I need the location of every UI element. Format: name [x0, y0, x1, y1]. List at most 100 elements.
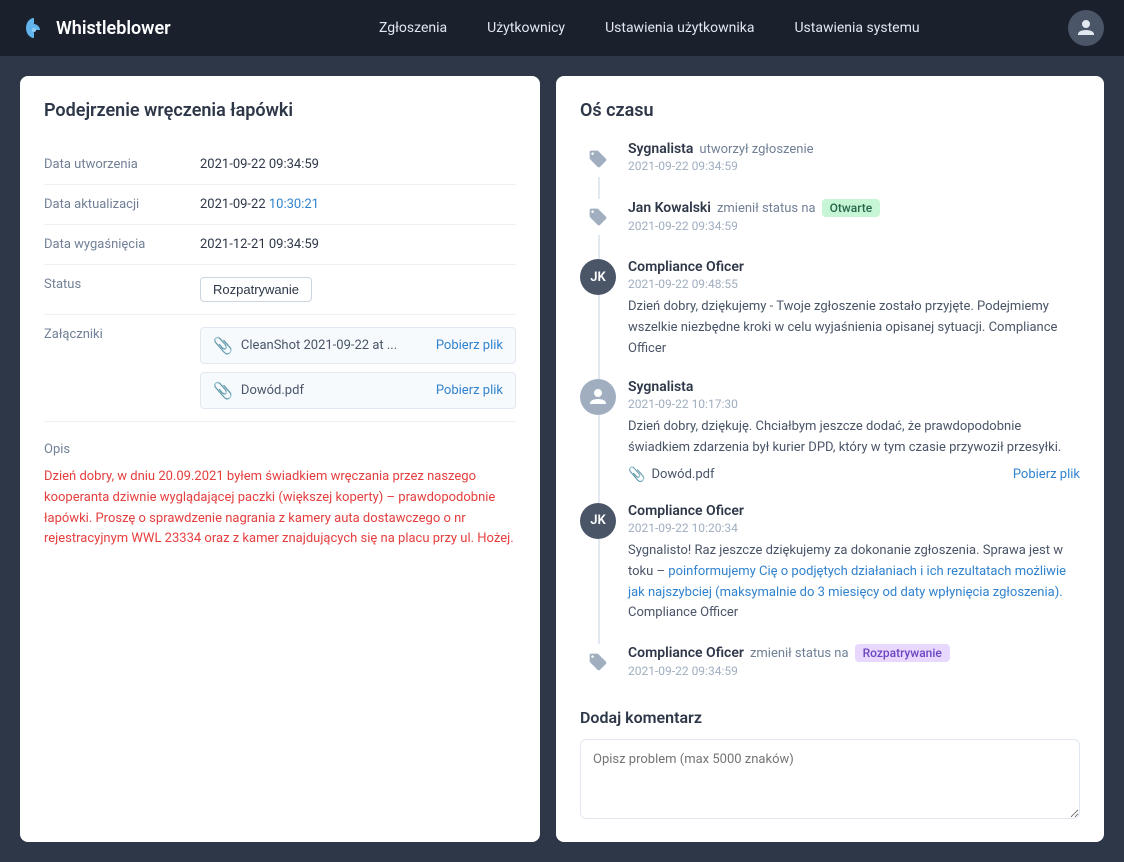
timeline-header-4: Sygnalista	[628, 379, 1080, 395]
timeline-item-2: Jan Kowalski zmienił status na Otwarte 2…	[580, 199, 1080, 259]
attachments-label: Załączniki	[44, 327, 184, 342]
paperclip-icon-tl: 📎	[628, 467, 645, 483]
right-panel: Oś czasu Sygnalista utworzył zgłoszenie …	[556, 76, 1104, 842]
tag-icon-1	[588, 149, 608, 169]
date-6: 2021-09-22 09:34:59	[628, 664, 1080, 678]
navbar-links: Zgłoszenia Użytkownicy Ustawienia użytko…	[231, 20, 1068, 36]
date-5: 2021-09-22 10:20:34	[628, 521, 1080, 535]
expires-row: Data wygaśnięcia 2021-12-21 09:34:59	[44, 225, 516, 265]
attachment-name-1: 📎 CleanShot 2021-09-22 at ...	[213, 336, 397, 355]
expires-value: 2021-12-21 09:34:59	[200, 237, 319, 252]
date-3: 2021-09-22 09:48:55	[628, 277, 1080, 291]
timeline-item-5: JK Compliance Oficer 2021-09-22 10:20:34…	[580, 503, 1080, 644]
message-5-highlight: poinformujemy Cię o podjętych działaniac…	[628, 564, 1066, 600]
attachment-name-tl: 📎 Dowód.pdf	[628, 467, 714, 483]
timeline-content-4: Sygnalista 2021-09-22 10:17:30 Dzień dob…	[628, 379, 1080, 483]
description-section: Opis Dzień dobry, w dniu 20.09.2021 byłe…	[44, 442, 516, 550]
updated-highlight: 10:30:21	[269, 197, 319, 212]
message-4: Dzień dobry, dziękuję. Chciałbym jeszcze…	[628, 417, 1080, 459]
timeline-item-3: JK Compliance Oficer 2021-09-22 09:48:55…	[580, 259, 1080, 379]
timeline-title: Oś czasu	[580, 100, 1080, 121]
timeline-content-5: Compliance Oficer 2021-09-22 10:20:34 Sy…	[628, 503, 1080, 624]
nav-submissions[interactable]: Zgłoszenia	[379, 20, 447, 36]
updated-value: 2021-09-22 10:30:21	[200, 197, 319, 212]
status-label: Status	[44, 277, 184, 292]
attachment-filename-1: CleanShot 2021-09-22 at ...	[241, 338, 397, 353]
attachment-filename-2: Dowód.pdf	[241, 383, 304, 398]
main-layout: Podejrzenie wręczenia łapówki Data utwor…	[0, 56, 1124, 862]
timeline-header-6: Compliance Oficer zmienił status na Rozp…	[628, 644, 1080, 662]
report-title: Podejrzenie wręczenia łapówki	[44, 100, 516, 121]
updated-row: Data aktualizacji 2021-09-22 10:30:21	[44, 185, 516, 225]
attachment-name-2: 📎 Dowód.pdf	[213, 381, 304, 400]
date-1: 2021-09-22 09:34:59	[628, 159, 1080, 173]
created-label: Data utworzenia	[44, 157, 184, 172]
timeline-content-6: Compliance Oficer zmienił status na Rozp…	[628, 644, 1080, 684]
brand-name: Whistleblower	[56, 18, 171, 39]
description-text: Dzień dobry, w dniu 20.09.2021 byłem świ…	[44, 467, 516, 550]
attachment-item-1: 📎 CleanShot 2021-09-22 at ... Pobierz pl…	[200, 327, 516, 364]
paperclip-icon-2: 📎	[213, 381, 233, 400]
timeline-item-1: Sygnalista utworzył zgłoszenie 2021-09-2…	[580, 141, 1080, 199]
avatar-2	[580, 199, 616, 235]
updated-label: Data aktualizacji	[44, 197, 184, 212]
tag-icon-6	[588, 652, 608, 672]
attachment-item-2: 📎 Dowód.pdf Pobierz plik	[200, 372, 516, 409]
timeline-header-1: Sygnalista utworzył zgłoszenie	[628, 141, 1080, 157]
author-5: Compliance Oficer	[628, 503, 744, 519]
nav-user-settings[interactable]: Ustawienia użytkownika	[605, 20, 754, 36]
download-tl[interactable]: Pobierz plik	[1013, 467, 1080, 482]
description-label: Opis	[44, 442, 516, 457]
attachment-list: 📎 CleanShot 2021-09-22 at ... Pobierz pl…	[200, 327, 516, 409]
author-3: Compliance Oficer	[628, 259, 744, 275]
attachments-row: Załączniki 📎 CleanShot 2021-09-22 at ...…	[44, 315, 516, 422]
message-3: Dzień dobry, dziękujemy - Twoje zgłoszen…	[628, 297, 1080, 359]
paperclip-icon-1: 📎	[213, 336, 233, 355]
avatar-4	[580, 379, 616, 415]
timeline-item-6: Compliance Oficer zmienił status na Rozp…	[580, 644, 1080, 684]
brand: Whistleblower	[20, 14, 171, 42]
nav-users[interactable]: Użytkownicy	[487, 20, 565, 36]
timeline-item-4: Sygnalista 2021-09-22 10:17:30 Dzień dob…	[580, 379, 1080, 503]
avatar-6	[580, 644, 616, 680]
badge-2: Otwarte	[822, 199, 881, 217]
timeline-header-2: Jan Kowalski zmienił status na Otwarte	[628, 199, 1080, 217]
comment-title: Dodaj komentarz	[580, 708, 1080, 727]
timeline-attachment-4: 📎 Dowód.pdf Pobierz plik	[628, 467, 1080, 483]
author-1: Sygnalista	[628, 141, 693, 157]
date-4: 2021-09-22 10:17:30	[628, 397, 1080, 411]
avatar-1	[580, 141, 616, 177]
action-6: zmienił status na	[750, 646, 849, 661]
attachment-file-tl: Dowód.pdf	[651, 467, 714, 482]
nav-system-settings[interactable]: Ustawienia systemu	[794, 20, 919, 36]
user-icon-4	[588, 387, 608, 407]
timeline-content-1: Sygnalista utworzył zgłoszenie 2021-09-2…	[628, 141, 1080, 179]
author-6: Compliance Oficer	[628, 645, 744, 661]
brand-icon	[20, 14, 48, 42]
date-2: 2021-09-22 09:34:59	[628, 219, 1080, 233]
message-5: Sygnalisto! Raz jeszcze dziękujemy za do…	[628, 541, 1080, 624]
timeline-content-2: Jan Kowalski zmienił status na Otwarte 2…	[628, 199, 1080, 239]
timeline-content-3: Compliance Oficer 2021-09-22 09:48:55 Dz…	[628, 259, 1080, 359]
comment-textarea[interactable]	[580, 739, 1080, 819]
comment-section: Dodaj komentarz	[580, 708, 1080, 823]
action-2: zmienił status na	[717, 201, 816, 216]
created-value: 2021-09-22 09:34:59	[200, 157, 319, 172]
avatar-5: JK	[580, 503, 616, 539]
tag-icon-2	[588, 207, 608, 227]
download-link-2[interactable]: Pobierz plik	[436, 383, 503, 398]
author-4: Sygnalista	[628, 379, 693, 395]
avatar-3: JK	[580, 259, 616, 295]
user-avatar[interactable]	[1068, 10, 1104, 46]
timeline: Sygnalista utworzył zgłoszenie 2021-09-2…	[580, 141, 1080, 684]
download-link-1[interactable]: Pobierz plik	[436, 338, 503, 353]
status-row: Status Rozpatrywanie	[44, 265, 516, 315]
expires-label: Data wygaśnięcia	[44, 237, 184, 252]
left-panel: Podejrzenie wręczenia łapówki Data utwor…	[20, 76, 540, 842]
user-icon	[1076, 18, 1096, 38]
timeline-header-3: Compliance Oficer	[628, 259, 1080, 275]
navbar: Whistleblower Zgłoszenia Użytkownicy Ust…	[0, 0, 1124, 56]
timeline-header-5: Compliance Oficer	[628, 503, 1080, 519]
created-row: Data utworzenia 2021-09-22 09:34:59	[44, 145, 516, 185]
status-button[interactable]: Rozpatrywanie	[200, 277, 312, 302]
